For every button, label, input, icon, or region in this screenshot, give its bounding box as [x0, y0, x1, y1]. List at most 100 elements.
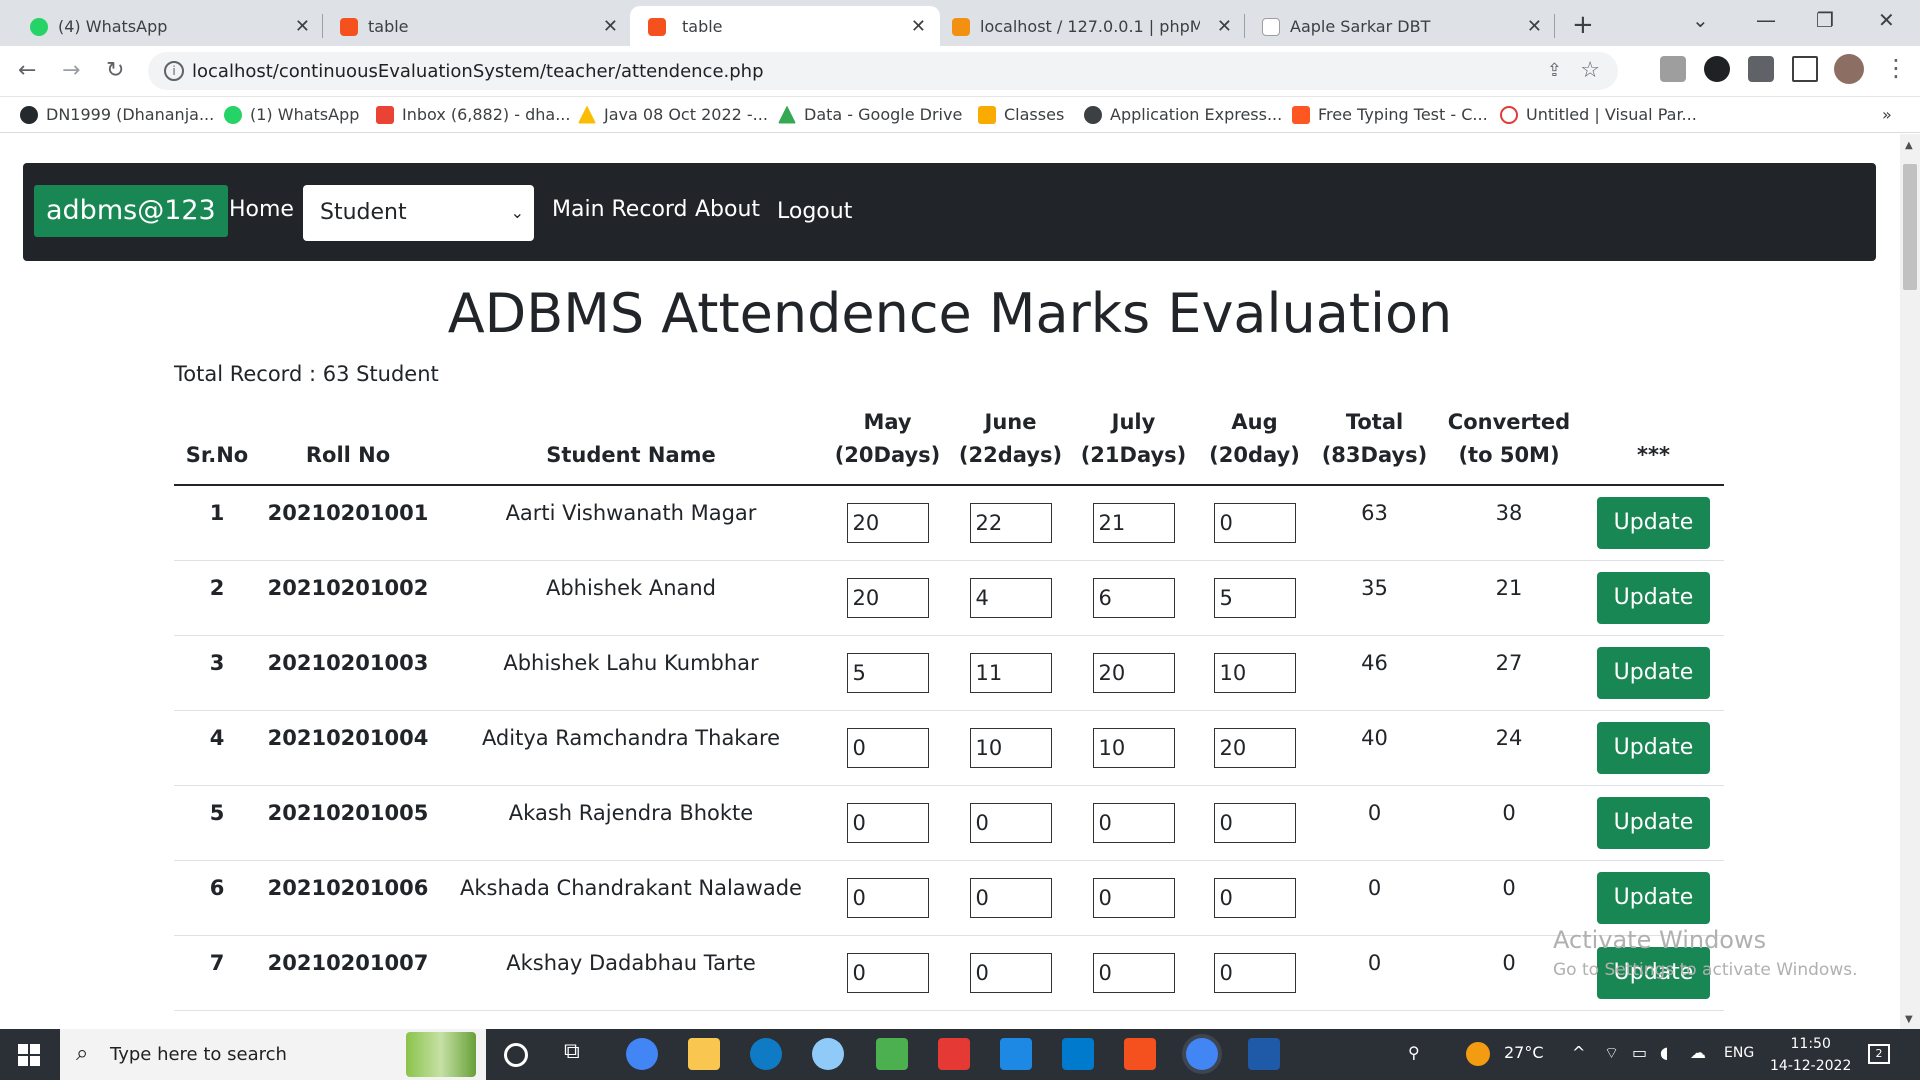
forward-icon[interactable]: →	[62, 58, 80, 83]
file-explorer-icon[interactable]	[688, 1038, 720, 1070]
aug-days-input[interactable]	[1213, 727, 1296, 768]
july-days-input[interactable]	[1092, 502, 1175, 543]
bookmark-item[interactable]: Data - Google Drive	[778, 105, 962, 124]
close-icon[interactable]: ✕	[911, 16, 926, 37]
cortana-icon[interactable]	[504, 1043, 528, 1067]
nav-main-record[interactable]: Main Record	[552, 197, 688, 222]
edge-icon[interactable]	[750, 1038, 782, 1070]
minimize-button[interactable]: —	[1756, 8, 1776, 32]
tab-phpmyadmin[interactable]: localhost / 127.0.0.1 | phpMyA ✕	[952, 6, 1232, 46]
bookmark-item[interactable]: Free Typing Test - C...	[1292, 105, 1488, 124]
weather-sun-icon[interactable]	[1466, 1042, 1490, 1066]
may-days-input[interactable]	[846, 502, 929, 543]
taskbar-search-box[interactable]: ⌕ Type here to search	[60, 1029, 486, 1080]
july-days-input[interactable]	[1092, 802, 1175, 843]
store-icon[interactable]	[876, 1038, 908, 1070]
update-button[interactable]: Update	[1596, 496, 1711, 549]
nav-home[interactable]: Home	[229, 197, 294, 222]
may-days-input[interactable]	[846, 577, 929, 618]
may-days-input[interactable]	[846, 802, 929, 843]
task-view-icon[interactable]: ⧉	[564, 1039, 596, 1071]
close-icon[interactable]: ✕	[603, 16, 618, 37]
close-icon[interactable]: ✕	[295, 16, 310, 37]
june-days-input[interactable]	[969, 802, 1052, 843]
bookmark-item[interactable]: Classes	[978, 105, 1064, 124]
july-days-input[interactable]	[1092, 727, 1175, 768]
back-icon[interactable]: ←	[18, 58, 36, 83]
aug-days-input[interactable]	[1213, 802, 1296, 843]
windows-start-icon[interactable]	[18, 1044, 40, 1066]
site-info-icon[interactable]: i	[164, 61, 184, 81]
update-button[interactable]: Update	[1596, 721, 1711, 774]
paint-icon[interactable]	[812, 1038, 844, 1070]
language-indicator[interactable]: ENG	[1724, 1045, 1754, 1061]
aug-days-input[interactable]	[1213, 502, 1296, 543]
june-days-input[interactable]	[969, 952, 1052, 993]
june-days-input[interactable]	[969, 502, 1052, 543]
bookmark-item[interactable]: Application Express...	[1084, 105, 1282, 124]
june-days-input[interactable]	[969, 877, 1052, 918]
chrome-active-icon[interactable]	[1186, 1038, 1218, 1070]
july-days-input[interactable]	[1092, 877, 1175, 918]
restore-button[interactable]: ❐	[1816, 8, 1834, 32]
may-days-input[interactable]	[846, 877, 929, 918]
battery-icon[interactable]: ▭	[1632, 1043, 1647, 1062]
tab-table-active[interactable]: table ✕	[630, 6, 940, 46]
update-button[interactable]: Update	[1596, 871, 1711, 924]
close-window-button[interactable]: ✕	[1878, 8, 1895, 32]
bookmark-item[interactable]: Java 08 Oct 2022 -...	[578, 105, 768, 124]
close-icon[interactable]: ✕	[1217, 16, 1232, 37]
may-days-input[interactable]	[846, 952, 929, 993]
bookmark-item[interactable]: (1) WhatsApp	[224, 105, 359, 124]
puzzle-icon[interactable]	[1748, 56, 1774, 82]
tab-aaple-sarkar[interactable]: Aaple Sarkar DBT ✕	[1262, 6, 1542, 46]
bookmark-item[interactable]: DN1999 (Dhananja...	[20, 105, 214, 124]
clock[interactable]: 11:50 14-12-2022	[1770, 1033, 1851, 1077]
june-days-input[interactable]	[969, 652, 1052, 693]
vscode-icon[interactable]	[1062, 1038, 1094, 1070]
tab-table-1[interactable]: table ✕	[340, 6, 618, 46]
brand-button[interactable]: adbms@123	[34, 185, 228, 237]
volume-icon[interactable]: ◖	[1660, 1043, 1668, 1062]
tab-whatsapp[interactable]: (4) WhatsApp ✕	[30, 6, 310, 46]
nav-about[interactable]: About	[695, 197, 760, 222]
close-icon[interactable]: ✕	[1527, 16, 1542, 37]
xampp-icon[interactable]	[1124, 1038, 1156, 1070]
more-bookmarks-icon[interactable]: »	[1882, 105, 1892, 124]
page-scrollbar[interactable]: ▲ ▼	[1900, 134, 1920, 1029]
june-days-input[interactable]	[969, 577, 1052, 618]
scroll-up-icon[interactable]: ▲	[1905, 140, 1913, 151]
update-button[interactable]: Update	[1596, 571, 1711, 624]
june-days-input[interactable]	[969, 727, 1052, 768]
avatar[interactable]	[1834, 54, 1864, 84]
new-tab-button[interactable]: +	[1572, 10, 1594, 40]
notification-icon[interactable]: 2	[1868, 1044, 1890, 1064]
aug-days-input[interactable]	[1213, 652, 1296, 693]
share-icon[interactable]: ⇪	[1547, 60, 1562, 81]
chrome-icon[interactable]	[626, 1038, 658, 1070]
people-icon[interactable]: ⚲	[1408, 1043, 1420, 1062]
office-icon[interactable]	[938, 1038, 970, 1070]
update-button[interactable]: Update	[1596, 796, 1711, 849]
chevron-up-icon[interactable]: ^	[1572, 1043, 1585, 1062]
address-bar[interactable]: i localhost/continuousEvaluationSystem/t…	[148, 52, 1618, 90]
may-days-input[interactable]	[846, 652, 929, 693]
tab-search-icon[interactable]: ⌄	[1692, 8, 1709, 32]
window-app-icon[interactable]	[1000, 1038, 1032, 1070]
july-days-input[interactable]	[1092, 952, 1175, 993]
aug-days-input[interactable]	[1213, 952, 1296, 993]
update-button[interactable]: Update	[1596, 646, 1711, 699]
scroll-down-icon[interactable]: ▼	[1905, 1014, 1913, 1025]
nav-logout[interactable]: Logout	[777, 199, 852, 224]
menu-icon[interactable]: ⋮	[1884, 54, 1908, 82]
grammarly-icon[interactable]	[1704, 56, 1730, 82]
side-panel-icon[interactable]	[1792, 56, 1818, 82]
reload-icon[interactable]: ↻	[106, 58, 124, 83]
may-days-input[interactable]	[846, 727, 929, 768]
bookmark-item[interactable]: Inbox (6,882) - dha...	[376, 105, 570, 124]
scrollbar-thumb[interactable]	[1903, 164, 1917, 290]
bookmark-star-icon[interactable]: ☆	[1580, 58, 1600, 83]
aug-days-input[interactable]	[1213, 877, 1296, 918]
role-select[interactable]: Student ⌄	[303, 185, 534, 241]
wifi-icon[interactable]: ⌔	[1604, 1043, 1619, 1063]
